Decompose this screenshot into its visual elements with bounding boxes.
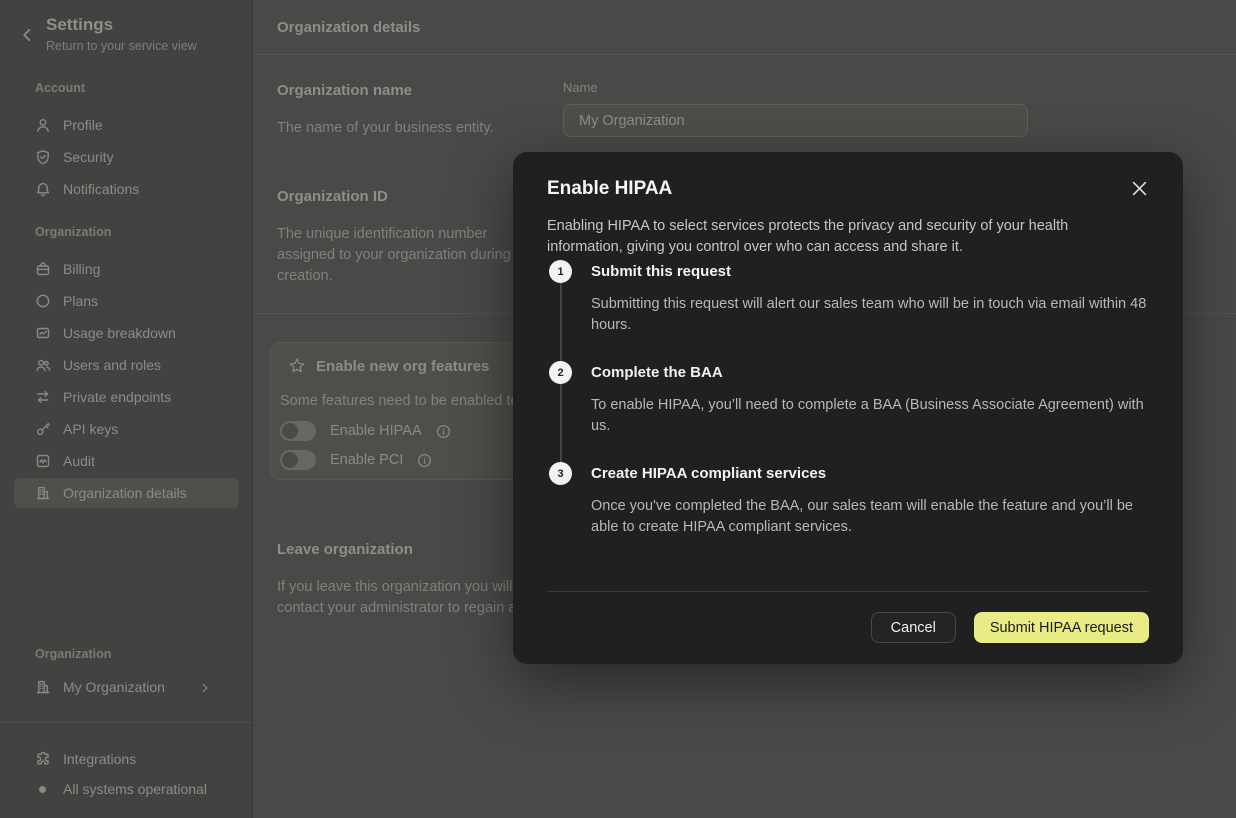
sidebar-item-private-endpoints[interactable]: Private endpoints bbox=[14, 382, 239, 412]
modal-title: Enable HIPAA bbox=[547, 178, 672, 200]
org-name-description: The name of your business entity. bbox=[277, 118, 539, 139]
sidebar-item-label: Audit bbox=[63, 453, 95, 469]
features-card-title: Enable new org features bbox=[316, 358, 489, 375]
bell-icon bbox=[35, 181, 51, 197]
info-icon[interactable] bbox=[436, 424, 451, 439]
audit-activity-icon bbox=[35, 453, 51, 469]
user-icon bbox=[35, 117, 51, 133]
enable-pci-label: Enable PCI bbox=[330, 452, 403, 468]
sidebar-item-plans[interactable]: Plans bbox=[14, 286, 239, 316]
sidebar-item-integrations[interactable]: Integrations bbox=[14, 744, 239, 774]
status-label: All systems operational bbox=[63, 781, 207, 797]
puzzle-icon bbox=[35, 751, 51, 767]
step-2-title: Complete the BAA bbox=[591, 364, 723, 381]
sidebar-item-profile[interactable]: Profile bbox=[14, 110, 239, 140]
sidebar-item-label: Plans bbox=[63, 293, 98, 309]
sidebar-item-label: Usage breakdown bbox=[63, 325, 176, 341]
enable-pci-toggle[interactable] bbox=[280, 450, 316, 470]
status-dot-icon bbox=[39, 786, 46, 793]
sidebar-item-label: Users and roles bbox=[63, 357, 161, 373]
sidebar-item-usage-breakdown[interactable]: Usage breakdown bbox=[14, 318, 239, 348]
section-label-organization-bottom: Organization bbox=[35, 647, 111, 661]
sidebar-item-label: Organization details bbox=[63, 485, 187, 501]
sidebar-item-label: Security bbox=[63, 149, 114, 165]
wallet-icon bbox=[35, 261, 51, 277]
enable-hipaa-toggle[interactable] bbox=[280, 421, 316, 441]
usage-chart-icon bbox=[35, 325, 51, 341]
org-name-input[interactable] bbox=[563, 104, 1028, 137]
modal-footer-divider bbox=[547, 591, 1149, 592]
submit-hipaa-button[interactable]: Submit HIPAA request bbox=[974, 612, 1149, 643]
sidebar-item-organization-details[interactable]: Organization details bbox=[14, 478, 239, 508]
enable-hipaa-modal: Enable HIPAA Enabling HIPAA to select se… bbox=[513, 152, 1183, 664]
step-2-badge: 2 bbox=[549, 361, 572, 384]
enable-hipaa-label: Enable HIPAA bbox=[330, 423, 422, 439]
app-root: Settings Return to your service view Acc… bbox=[0, 0, 1236, 818]
circle-icon bbox=[35, 293, 51, 309]
sidebar-item-security[interactable]: Security bbox=[14, 142, 239, 172]
section-label-organization: Organization bbox=[35, 225, 111, 239]
sidebar-divider bbox=[0, 722, 253, 723]
sidebar-item-users-and-roles[interactable]: Users and roles bbox=[14, 350, 239, 380]
building-icon bbox=[35, 485, 51, 501]
back-chevron-icon[interactable] bbox=[18, 26, 36, 44]
sidebar-item-label: Profile bbox=[63, 117, 103, 133]
step-1-title: Submit this request bbox=[591, 263, 731, 280]
modal-description: Enabling HIPAA to select services protec… bbox=[547, 216, 1109, 258]
sidebar-title: Settings bbox=[46, 15, 113, 35]
chevron-right-icon bbox=[199, 681, 211, 693]
users-icon bbox=[35, 357, 51, 373]
enable-hipaa-row: Enable HIPAA bbox=[280, 421, 451, 441]
sidebar-item-system-status[interactable]: All systems operational bbox=[14, 774, 239, 804]
info-icon[interactable] bbox=[417, 453, 432, 468]
org-id-description: The unique identification number assigne… bbox=[277, 224, 539, 287]
page-title: Organization details bbox=[277, 19, 420, 36]
header-divider bbox=[253, 54, 1236, 55]
sidebar-item-api-keys[interactable]: API keys bbox=[14, 414, 239, 444]
sidebar-item-billing[interactable]: Billing bbox=[14, 254, 239, 284]
star-icon bbox=[288, 357, 306, 375]
step-3-body: Once you've completed the BAA, our sales… bbox=[591, 496, 1156, 538]
sidebar-subtitle: Return to your service view bbox=[46, 39, 197, 53]
swap-arrows-icon bbox=[35, 389, 51, 405]
leave-org-title: Leave organization bbox=[277, 541, 413, 558]
name-field-label: Name bbox=[563, 80, 598, 95]
close-icon[interactable] bbox=[1132, 181, 1147, 196]
key-icon bbox=[35, 421, 51, 437]
sidebar-item-audit[interactable]: Audit bbox=[14, 446, 239, 476]
step-2-body: To enable HIPAA, you’ll need to complete… bbox=[591, 395, 1156, 437]
sidebar-item-label: Notifications bbox=[63, 181, 139, 197]
step-1-body: Submitting this request will alert our s… bbox=[591, 294, 1156, 336]
org-name-title: Organization name bbox=[277, 82, 412, 99]
shield-check-icon bbox=[35, 149, 51, 165]
enable-pci-row: Enable PCI bbox=[280, 450, 432, 470]
sidebar-item-notifications[interactable]: Notifications bbox=[14, 174, 239, 204]
sidebar-item-label: My Organization bbox=[63, 679, 165, 695]
sidebar-item-label: API keys bbox=[63, 421, 118, 437]
step-3-badge: 3 bbox=[549, 462, 572, 485]
section-label-account: Account bbox=[35, 81, 85, 95]
building-icon bbox=[35, 679, 51, 695]
step-3-title: Create HIPAA compliant services bbox=[591, 465, 826, 482]
sidebar-item-label: Integrations bbox=[63, 751, 136, 767]
org-id-title: Organization ID bbox=[277, 188, 388, 205]
step-1-badge: 1 bbox=[549, 260, 572, 283]
cancel-button[interactable]: Cancel bbox=[871, 612, 956, 643]
settings-sidebar: Settings Return to your service view Acc… bbox=[0, 0, 253, 818]
sidebar-item-label: Private endpoints bbox=[63, 389, 171, 405]
sidebar-item-label: Billing bbox=[63, 261, 100, 277]
sidebar-item-my-organization[interactable]: My Organization bbox=[14, 672, 239, 702]
